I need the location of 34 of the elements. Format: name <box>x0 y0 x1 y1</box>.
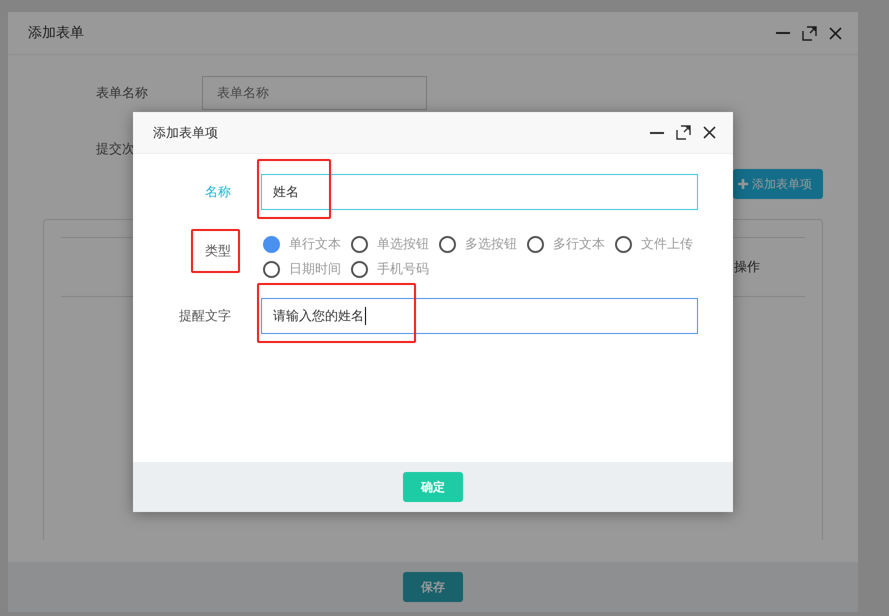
close-icon[interactable] <box>829 26 842 40</box>
dialog-title: 添加表单项 <box>153 124 218 142</box>
radio-button[interactable] <box>263 236 280 252</box>
option-label: 多选按钮 <box>465 236 517 253</box>
option-label: 单选按钮 <box>377 236 429 253</box>
plus-icon <box>738 179 748 189</box>
input-field[interactable]: 姓名 <box>261 174 698 210</box>
input-field[interactable]: 请输入您的姓名 <box>261 298 698 334</box>
field-label: 名称 <box>205 185 231 200</box>
form-label: 提交次 <box>95 141 136 158</box>
column-header: 操作 <box>734 259 760 276</box>
radio-button[interactable] <box>439 236 456 252</box>
form-label: 表单名称 <box>95 85 149 102</box>
text-cursor <box>365 307 366 325</box>
dialog-title: 添加表单 <box>28 24 84 42</box>
option-label: 日期时间 <box>289 261 341 278</box>
option-label: 单行文本 <box>289 236 341 253</box>
option-label: 文件上传 <box>641 236 693 253</box>
field-label: 提醒文字 <box>179 309 231 324</box>
option-label: 多行文本 <box>553 236 605 253</box>
add-item-button[interactable]: 添加表单项 <box>733 169 823 199</box>
close-icon[interactable] <box>703 126 716 139</box>
radio-button[interactable] <box>351 260 368 278</box>
radio-button[interactable] <box>263 260 280 278</box>
save-button[interactable]: 保存 <box>403 572 463 602</box>
radio-button[interactable] <box>527 236 544 252</box>
maximize-icon[interactable] <box>802 26 817 40</box>
confirm-button[interactable]: 确定 <box>403 472 463 502</box>
radio-button[interactable] <box>615 236 632 252</box>
maximize-icon[interactable] <box>676 125 691 140</box>
field-label: 类型 <box>205 244 231 259</box>
option-label: 手机号码 <box>377 261 429 278</box>
input-field[interactable]: 表单名称 <box>202 76 427 110</box>
radio-button[interactable] <box>351 236 368 252</box>
